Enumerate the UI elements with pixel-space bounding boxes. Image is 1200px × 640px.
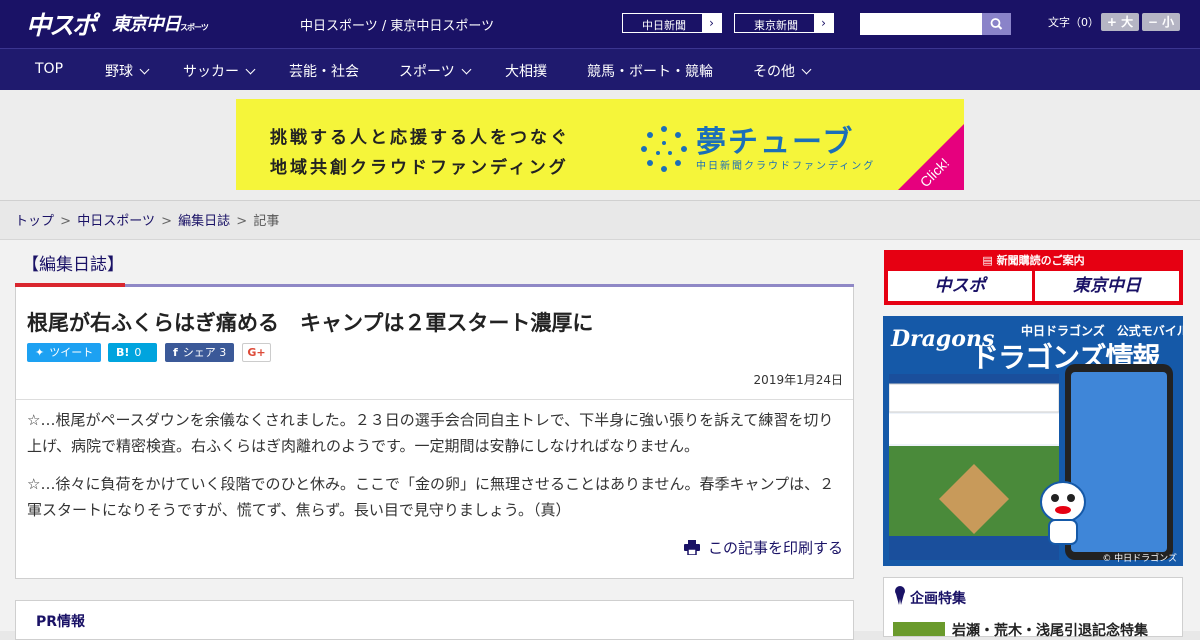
banner-area: 挑戦する人と応援する人をつなぐ 地域共創クラウドファンディング 夢チューブ 中日… xyxy=(0,90,1200,201)
feature-title: 企画特集 xyxy=(910,591,966,607)
nav-label: その他 xyxy=(753,64,795,80)
nav-label: 芸能・社会 xyxy=(289,64,359,80)
banner-line-2: 地域共創クラウドファンディング xyxy=(270,158,569,178)
chevron-down-icon xyxy=(461,64,472,75)
nav-item-racing[interactable]: 競馬・ボート・競輪 xyxy=(587,61,713,81)
tweet-label: ツイート xyxy=(49,346,94,359)
top-header: 中スポ 東京中日スポーツ 中日スポーツ / 東京中日スポーツ 中日新聞 › 東京… xyxy=(0,0,1200,48)
print-label: この記事を印刷する xyxy=(707,539,843,557)
mascot-icon xyxy=(1040,481,1086,545)
nav-item-baseball[interactable]: 野球 xyxy=(105,61,150,81)
banner-brand-sub: 中日新聞クラウドファンディング xyxy=(696,161,876,172)
facebook-count: 3 xyxy=(219,346,227,359)
tokyo-chunichi-logo[interactable]: 東京中日スポーツ xyxy=(112,10,209,36)
nav-item-sumo[interactable]: 大相撲 xyxy=(505,61,547,81)
pr-box: PR情報 xyxy=(15,600,854,640)
tokyo-shimbun-label: 東京新聞 xyxy=(754,19,798,32)
nav-label: サッカー xyxy=(183,64,239,80)
hatena-count: 0 xyxy=(134,346,142,359)
dragons-ad[interactable]: Dragons 中日ドラゴンズ 公式モバイルサイト ドラゴンズ情報 © 中日ドラ… xyxy=(883,316,1183,566)
feature-box: 企画特集 岩瀬・荒木・浅尾引退記念特集 xyxy=(883,577,1183,640)
hatena-bookmark-button[interactable]: B! 0 xyxy=(108,343,157,362)
article-date: 2019年1月24日 xyxy=(753,373,843,387)
facebook-icon: f xyxy=(173,346,178,359)
newspaper-icon: ▤ xyxy=(982,254,997,267)
subscribe-chusupo-button[interactable]: 中スポ xyxy=(888,271,1032,301)
dots-logo-icon xyxy=(641,126,687,172)
subscribe-tokyo-chunichi-button[interactable]: 東京中日 xyxy=(1035,271,1179,301)
tokyo-logo-suffix: スポーツ xyxy=(180,23,209,32)
breadcrumb-separator: > xyxy=(60,214,72,229)
print-article-link[interactable]: この記事を印刷する xyxy=(683,537,843,558)
hatena-icon: B! xyxy=(116,346,130,359)
nav-label: 競馬・ボート・競輪 xyxy=(587,64,713,80)
dragons-copyright: © 中日ドラゴンズ xyxy=(1102,554,1177,564)
search-button[interactable] xyxy=(982,13,1011,35)
nav-label: 野球 xyxy=(105,64,133,80)
nav-item-top[interactable]: TOP xyxy=(35,61,63,77)
tokyo-logo-text: 東京中日 xyxy=(112,14,181,35)
facebook-share-button[interactable]: f シェア 3 xyxy=(165,343,234,362)
chevron-right-icon: › xyxy=(702,14,721,32)
banner-line-1: 挑戦する人と応援する人をつなぐ xyxy=(270,128,570,148)
facebook-label: シェア xyxy=(182,346,216,359)
chevron-down-icon xyxy=(139,64,150,75)
nav-item-sports[interactable]: スポーツ xyxy=(399,61,472,81)
pr-title: PR情報 xyxy=(36,614,86,630)
article: 根尾が右ふくらはぎ痛める キャンプは２軍スタート濃厚に ✦ ツイート B! 0 fシ… xyxy=(15,287,854,579)
chusupo-logo[interactable]: 中スポ xyxy=(26,6,97,42)
feature-thumbnail[interactable] xyxy=(893,622,945,636)
main-nav: TOP 野球 サッカー 芸能・社会 スポーツ 大相撲 競馬・ボート・競輪 その他 xyxy=(0,48,1200,90)
breadcrumb-chusupo[interactable]: 中日スポーツ xyxy=(77,214,155,229)
article-divider xyxy=(16,399,853,400)
ribbon-icon xyxy=(895,586,905,605)
click-corner[interactable]: Click! xyxy=(898,124,964,190)
site-links[interactable]: 中日スポーツ / 東京中日スポーツ xyxy=(300,15,494,34)
chevron-right-icon: › xyxy=(814,14,833,32)
breadcrumb-editorial-diary[interactable]: 編集日誌 xyxy=(178,214,230,229)
banner-brand: 夢チューブ xyxy=(696,125,855,160)
tokyo-shimbun-button[interactable]: 東京新聞 › xyxy=(734,13,834,33)
chevron-down-icon xyxy=(245,64,256,75)
search-icon xyxy=(990,18,1003,30)
nav-label: スポーツ xyxy=(399,64,455,80)
article-title: 根尾が右ふくらはぎ痛める キャンプは２軍スタート濃厚に xyxy=(27,311,594,335)
breadcrumb-separator: > xyxy=(236,214,248,229)
breadcrumb-top[interactable]: トップ xyxy=(15,214,54,229)
article-paragraph: ☆…根尾がペースダウンを余儀なくされました。２３日の選手会合同自主トレで、下半身… xyxy=(27,411,834,455)
nav-label: 大相撲 xyxy=(505,64,547,80)
section-heading: 【編集日誌】 xyxy=(22,255,124,275)
feature-item-link[interactable]: 岩瀬・荒木・浅尾引退記念特集 xyxy=(952,620,1148,640)
chunichi-shimbun-label: 中日新聞 xyxy=(642,19,686,32)
nav-item-entertainment[interactable]: 芸能・社会 xyxy=(289,61,359,81)
tweet-button[interactable]: ✦ ツイート xyxy=(27,343,101,362)
nav-item-soccer[interactable]: サッカー xyxy=(183,61,256,81)
breadcrumb-separator: > xyxy=(161,214,172,229)
search-input[interactable] xyxy=(860,13,982,35)
article-paragraph: ☆…徐々に負荷をかけていく段階でのひと休み。ここで「金の卵」に無理させることはあ… xyxy=(27,475,835,519)
subscription-title-text: 新聞購読のご案内 xyxy=(996,254,1085,267)
font-large-button[interactable]: + 大 xyxy=(1101,13,1139,31)
chevron-down-icon xyxy=(801,64,812,75)
font-size-label: 文字（0） xyxy=(1048,16,1099,29)
subscription-title: ▤ 新聞購読のご案内 xyxy=(884,252,1183,268)
nav-label: TOP xyxy=(35,61,64,77)
twitter-icon: ✦ xyxy=(35,346,45,359)
breadcrumb-current: 記事 xyxy=(253,214,280,229)
printer-icon xyxy=(683,540,700,555)
crowdfunding-banner[interactable]: 挑戦する人と応援する人をつなぐ 地域共創クラウドファンディング 夢チューブ 中日… xyxy=(236,99,964,190)
subscription-box: ▤ 新聞購読のご案内 中スポ 東京中日 xyxy=(884,250,1183,305)
chunichi-shimbun-button[interactable]: 中日新聞 › xyxy=(622,13,722,33)
font-small-button[interactable]: − 小 xyxy=(1142,13,1180,31)
breadcrumb: トップ > 中日スポーツ > 編集日誌 > 記事 xyxy=(15,210,279,229)
google-plus-button[interactable]: G+ xyxy=(242,343,271,362)
nav-item-other[interactable]: その他 xyxy=(753,61,812,81)
